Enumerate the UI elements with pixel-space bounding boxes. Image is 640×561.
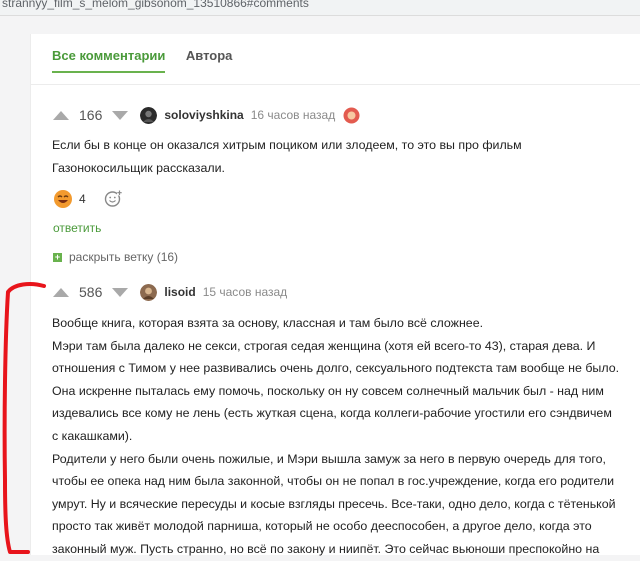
plus-icon: +	[53, 251, 62, 262]
comment-text: Если бы в конце он оказался хитрым поцик…	[52, 138, 522, 175]
upvote-icon[interactable]	[53, 110, 69, 120]
comment-header: 166 soloviyshkina 16 часов назад	[53, 104, 360, 126]
reply-link[interactable]: ответить	[53, 221, 101, 235]
downvote-icon[interactable]	[112, 110, 129, 120]
expand-thread-button[interactable]: + раскрыть ветку (16)	[53, 250, 178, 264]
reaction-count: 4	[79, 192, 86, 206]
comments-section: Все комментарии Автора 166 soloviyshkina…	[30, 34, 640, 556]
tabs-divider	[31, 84, 640, 85]
reactions: 4	[53, 189, 122, 209]
timestamp[interactable]: 16 часов назад	[251, 108, 335, 122]
comment-text: Вообще книга, которая взята за основу, к…	[52, 316, 620, 556]
red-bracket-annotation	[2, 282, 46, 554]
add-reaction-icon[interactable]	[104, 190, 122, 208]
comment-rating: 586	[79, 284, 103, 300]
avatar[interactable]	[140, 106, 158, 124]
laughing-emoji-icon[interactable]	[53, 189, 73, 209]
comment-header: 586 lisoid 15 часов назад	[53, 281, 287, 303]
downvote-icon[interactable]	[112, 287, 129, 297]
award-icon	[343, 107, 360, 123]
username[interactable]: lisoid	[164, 285, 195, 299]
expand-thread-label: раскрыть ветку (16)	[69, 250, 179, 264]
avatar[interactable]	[140, 283, 158, 301]
comment-tabs: Все комментарии Автора	[52, 47, 248, 77]
username[interactable]: soloviyshkina	[164, 108, 243, 122]
timestamp[interactable]: 15 часов назад	[203, 285, 287, 299]
comment-rating: 166	[79, 107, 103, 123]
tab-all-comments[interactable]: Все комментарии	[52, 48, 166, 73]
tab-author[interactable]: Автора	[186, 48, 233, 71]
url-bar[interactable]: strannyy_film_s_melom_gibsonom_13510866#…	[0, 0, 640, 16]
